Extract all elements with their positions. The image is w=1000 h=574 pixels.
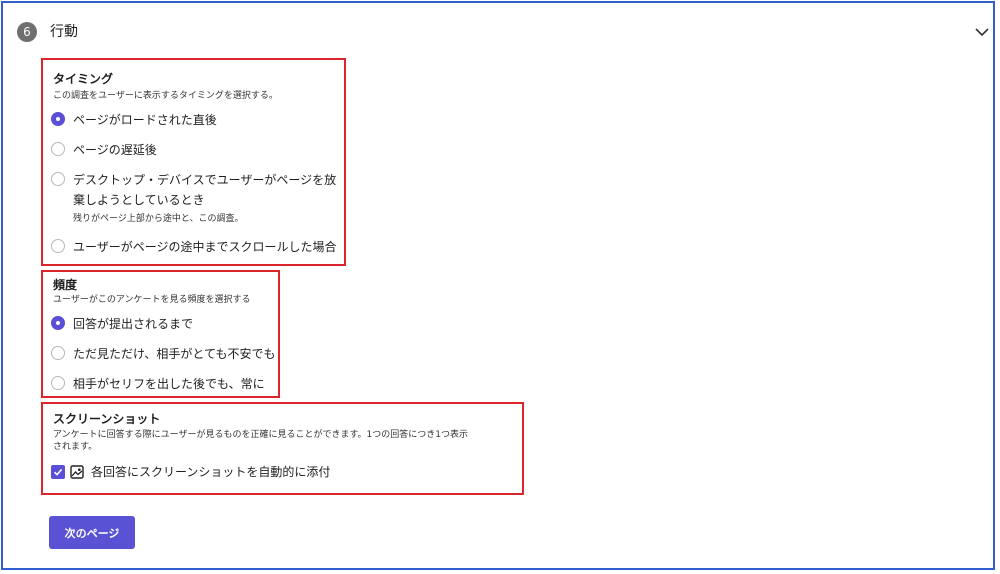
radio-button[interactable]: [51, 346, 65, 360]
chevron-down-icon[interactable]: [973, 23, 991, 41]
screenshot-description-line2: されます。: [53, 442, 98, 452]
checkmark-icon: [53, 468, 63, 476]
frequency-group: 頻度 ユーザーがこのアンケートを見る頻度を選択する 回答が提出されるまで ただ見…: [41, 270, 280, 398]
screenshot-group: スクリーンショット アンケートに回答する際にユーザーが見るものを正確に見ることが…: [41, 402, 524, 495]
radio-button[interactable]: [51, 142, 65, 156]
next-page-button[interactable]: 次のページ: [49, 516, 135, 549]
image-icon: [70, 465, 84, 479]
timing-description: この調査をユーザーに表示するタイミングを選択する。: [53, 91, 278, 101]
option-label: ページがロードされた直後: [73, 113, 217, 127]
frequency-description: ユーザーがこのアンケートを見る頻度を選択する: [53, 295, 251, 305]
radio-button[interactable]: [51, 239, 65, 253]
timing-title: タイミング: [53, 72, 114, 86]
option-label: ただ見ただけ、相手がとても不安でも: [73, 347, 276, 361]
behavior-panel: 6 行動 タイミング この調査をユーザーに表示するタイミングを選択する。 ページ…: [1, 1, 995, 570]
step-number-badge: 6: [17, 22, 37, 42]
option-label-line1: デスクトップ・デバイスでユーザーがページを放: [73, 173, 337, 187]
radio-button[interactable]: [51, 316, 65, 330]
option-sublabel: 残りがページ上部から途中と、この調査。: [73, 214, 244, 224]
screenshot-description-line1: アンケートに回答する際にユーザーが見るものを正確に見ることができます。1つの回答…: [53, 430, 469, 440]
section-title: 行動: [50, 24, 78, 40]
option-label: 回答が提出されるまで: [73, 317, 194, 331]
section-header[interactable]: 6 行動: [3, 3, 993, 59]
frequency-title: 頻度: [53, 278, 78, 292]
screenshot-title: スクリーンショット: [53, 412, 161, 426]
timing-group: タイミング この調査をユーザーに表示するタイミングを選択する。 ページがロードさ…: [41, 58, 346, 266]
radio-button[interactable]: [51, 112, 65, 126]
screenshot-checkbox[interactable]: [51, 465, 65, 479]
option-label: ユーザーがページの途中までスクロールした場合: [73, 240, 337, 254]
radio-button[interactable]: [51, 376, 65, 390]
option-label-line2: 棄しようとしているとき: [73, 193, 205, 207]
option-label: ページの遅延後: [73, 143, 157, 157]
screenshot-checkbox-label[interactable]: 各回答にスクリーンショットを自動的に添付: [91, 462, 330, 482]
option-label: 相手がセリフを出した後でも、常に: [73, 377, 265, 391]
radio-button[interactable]: [51, 172, 65, 186]
